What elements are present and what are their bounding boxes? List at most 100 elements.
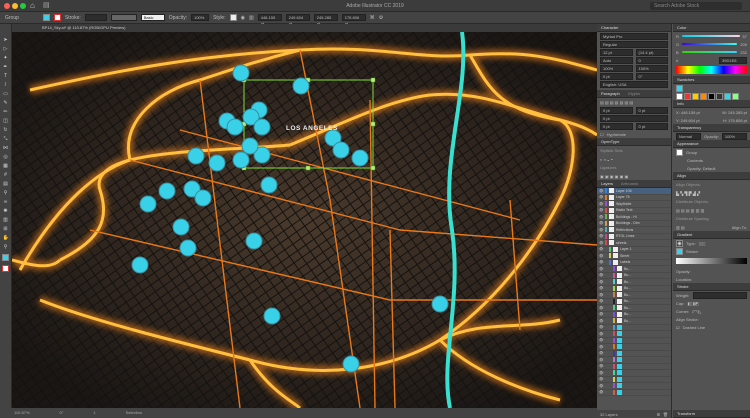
layer-name[interactable]: Bu... (624, 286, 631, 290)
visibility-eye-icon[interactable]: 👁 (599, 286, 603, 290)
visibility-eye-icon[interactable]: 👁 (599, 351, 603, 355)
layer-name[interactable]: RTGL Lines (616, 234, 634, 238)
visibility-eye-icon[interactable]: 👁 (599, 202, 603, 206)
gradient-slider[interactable] (676, 258, 747, 264)
alignment-buttons[interactable]: ▤ ▤ ▤ ▤ ▤ ▤ ▤ (597, 98, 671, 106)
rectangle-tool-icon[interactable]: ▭ (3, 91, 9, 97)
zoom-level[interactable]: 110.87% (14, 408, 30, 418)
first-line-indent-field[interactable]: 0 pt (600, 115, 668, 122)
tab-opentype[interactable]: OpenType (601, 138, 619, 145)
location-marker[interactable] (254, 119, 270, 135)
visibility-eye-icon[interactable]: 👁 (599, 221, 603, 225)
perspective-grid-icon[interactable]: ▦ (3, 163, 9, 169)
layer-name[interactable]: Bu... (624, 319, 631, 323)
location-marker[interactable] (246, 233, 262, 249)
tab-gradient[interactable]: Gradient (677, 231, 692, 238)
visibility-eye-icon[interactable]: 👁 (599, 364, 603, 368)
visibility-eye-icon[interactable]: 👁 (599, 332, 603, 336)
isolate-icon[interactable]: ⌘ (370, 15, 375, 21)
recolor-icon[interactable]: ◉ (241, 15, 245, 21)
visibility-eye-icon[interactable]: 👁 (599, 319, 603, 323)
map-artwork[interactable]: LOS ANGELES (12, 32, 597, 408)
layer-name[interactable]: Layer 106 (616, 189, 632, 193)
location-marker[interactable] (352, 150, 368, 166)
distribute-buttons[interactable]: ▤ ▤ ▤ ▥ ▥ ▥ (673, 206, 750, 214)
pencil-tool-icon[interactable]: ✏ (3, 109, 9, 115)
location-marker[interactable] (261, 177, 277, 193)
layer-name[interactable]: streets (616, 241, 627, 245)
location-marker[interactable] (209, 155, 225, 171)
location-marker[interactable] (159, 183, 175, 199)
graph-tool-icon[interactable]: ▥ (3, 217, 9, 223)
visibility-eye-icon[interactable]: 👁 (599, 280, 603, 284)
font-size-field[interactable]: 12 pt (600, 49, 633, 56)
opacity-field[interactable]: 100% (191, 14, 209, 21)
location-marker[interactable] (432, 296, 448, 312)
layer-name[interactable]: Labels (620, 260, 630, 264)
vertical-scale-field[interactable]: 100% (600, 65, 633, 72)
visibility-eye-icon[interactable]: 👁 (599, 325, 603, 329)
pen-tool-icon[interactable]: ✒ (3, 64, 9, 70)
tab-appearance[interactable]: Appearance (677, 140, 699, 147)
location-marker[interactable] (180, 240, 196, 256)
tab-transparency[interactable]: Transparency (677, 124, 701, 131)
visibility-eye-icon[interactable]: 👁 (599, 345, 603, 349)
direct-selection-tool-icon[interactable]: ▷ (3, 46, 9, 52)
location-marker[interactable] (293, 78, 309, 94)
location-marker[interactable] (173, 219, 189, 235)
visibility-eye-icon[interactable]: 👁 (599, 234, 603, 238)
space-after-field[interactable]: 0 pt (636, 123, 669, 130)
active-swatch[interactable] (676, 85, 683, 92)
spacing-buttons[interactable]: ▥ ▤ (676, 225, 685, 230)
leading-field[interactable]: (14.4 pt) (636, 49, 669, 56)
new-layer-icon[interactable]: ⊞ (657, 412, 660, 417)
location-marker[interactable] (242, 138, 258, 154)
fill-color-icon[interactable] (2, 254, 9, 261)
layer-name[interactable]: Buildings - Hi (616, 215, 637, 219)
transparency-opacity-field[interactable]: 100% (722, 133, 747, 140)
arrange-icon[interactable]: ⚙ (379, 15, 383, 21)
layer-name[interactable]: Layer 1 (620, 247, 632, 251)
opentype-buttons[interactable]: ◐ ◑ ◒ ◓ (597, 155, 671, 163)
tab-stroke[interactable]: Stroke (677, 283, 689, 290)
width-tool-icon[interactable]: ⋈ (3, 145, 9, 151)
rotation-value[interactable]: 0° (60, 408, 64, 418)
paintbrush-tool-icon[interactable]: ✎ (3, 100, 9, 106)
red-value[interactable]: 57 (743, 34, 747, 39)
visibility-eye-icon[interactable]: 👁 (599, 377, 603, 381)
visibility-eye-icon[interactable]: 👁 (599, 241, 603, 245)
tab-align[interactable]: Align (677, 172, 686, 179)
visibility-eye-icon[interactable]: 👁 (599, 293, 603, 297)
hand-tool-icon[interactable]: ✋ (3, 235, 9, 241)
blend-tool-icon[interactable]: ∞ (3, 199, 9, 205)
cap-buttons[interactable]: ◧◨◩ (687, 301, 698, 306)
layers-list[interactable]: 👁Layer 106👁Layer 76👁Wayfinder👁Radio Text… (597, 188, 671, 396)
visibility-eye-icon[interactable]: 👁 (599, 390, 603, 394)
visibility-eye-icon[interactable]: 👁 (599, 273, 603, 277)
visibility-eye-icon[interactable]: 👁 (599, 228, 603, 232)
style-swatch[interactable] (230, 14, 237, 21)
visibility-eye-icon[interactable]: 👁 (599, 338, 603, 342)
location-marker[interactable] (195, 190, 211, 206)
ligature-buttons[interactable]: ▣ ▣ ▣ ▣ ▣ ▣ (597, 172, 671, 180)
location-marker[interactable] (140, 196, 156, 212)
character-panel-header[interactable]: Character (597, 24, 671, 32)
layer-name[interactable]: Bu... (624, 299, 631, 303)
symbol-sprayer-icon[interactable]: ✺ (3, 208, 9, 214)
eraser-tool-icon[interactable]: ◫ (3, 118, 9, 124)
space-before-field[interactable]: 0 pt (600, 123, 633, 130)
visibility-eye-icon[interactable]: 👁 (599, 195, 603, 199)
layer-name[interactable]: Bu... (624, 273, 631, 277)
artboard-canvas[interactable]: LOS ANGELES (12, 32, 597, 408)
visibility-eye-icon[interactable]: 👁 (599, 267, 603, 271)
magic-wand-icon[interactable]: ✦ (3, 55, 9, 61)
corner-buttons[interactable]: ◸◹◺ (692, 309, 701, 314)
layer-name[interactable]: Wayfinder (616, 202, 632, 206)
layer-name[interactable]: Bu... (624, 312, 631, 316)
h-field[interactable]: 175.806 pt (342, 14, 366, 21)
color-spectrum[interactable] (676, 66, 747, 74)
visibility-eye-icon[interactable]: 👁 (599, 358, 603, 362)
dashed-line-checkbox[interactable]: ☑ (676, 325, 680, 330)
scale-tool-icon[interactable]: ⤡ (3, 136, 9, 142)
location-marker[interactable] (264, 308, 280, 324)
